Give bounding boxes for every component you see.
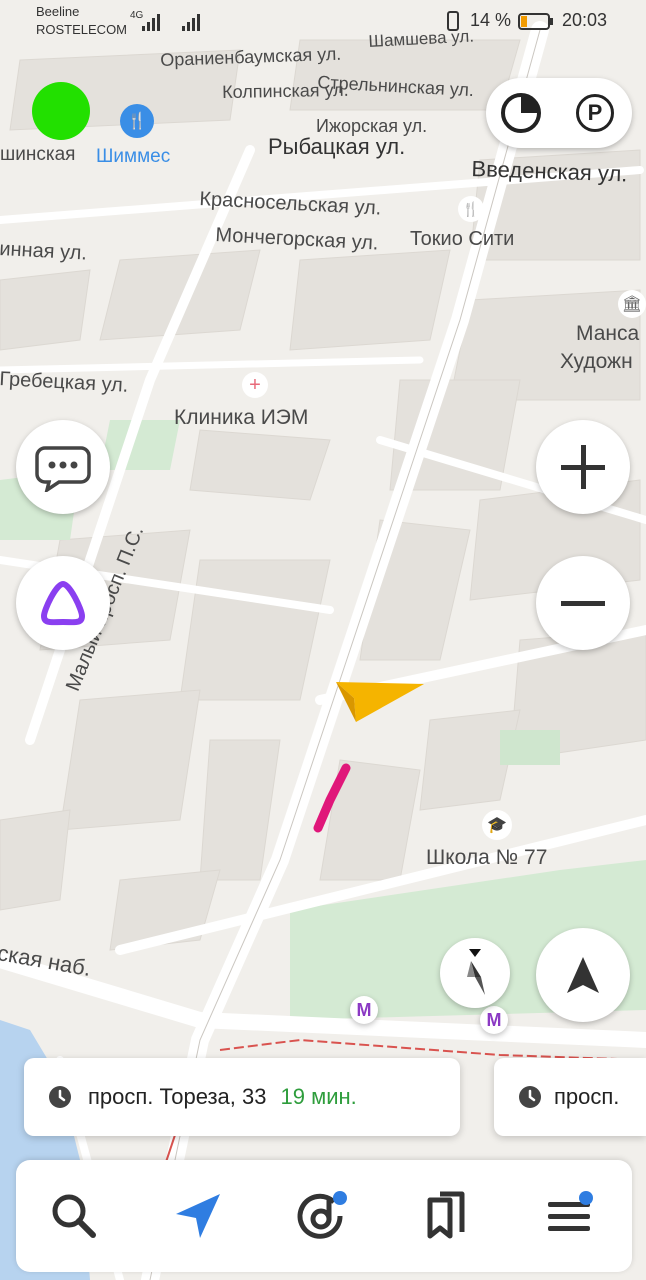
search-icon — [52, 1194, 96, 1238]
street-label: Колпинская ул. — [222, 79, 349, 102]
current-location-arrow — [336, 682, 424, 722]
restaurant-poi-icon[interactable]: 🍴 — [458, 196, 484, 222]
clinic-poi-icon[interactable]: + — [242, 372, 268, 398]
compass-icon — [467, 949, 485, 995]
bookmarks-icon — [427, 1191, 465, 1239]
parking-button[interactable]: P — [570, 88, 620, 138]
metro-icon[interactable]: М — [350, 996, 378, 1024]
street-label: инная ул. — [0, 238, 88, 265]
vibrate-icon — [447, 11, 459, 31]
metro-icon[interactable]: М — [480, 1006, 508, 1034]
parking-icon: P — [576, 94, 614, 132]
navigator-icon — [176, 1194, 220, 1238]
restaurant-pin-icon[interactable]: 🍴 — [120, 104, 154, 138]
alice-icon — [41, 581, 85, 626]
carrier-name: Beeline — [36, 4, 80, 19]
zoom-out-button[interactable] — [536, 556, 630, 650]
nav-search[interactable] — [46, 1188, 102, 1244]
minus-icon — [561, 601, 605, 606]
poi-label: шинская — [0, 144, 76, 165]
chat-icon — [35, 446, 91, 492]
nav-bookmarks[interactable] — [418, 1188, 474, 1244]
parking-label: P — [587, 100, 603, 125]
carrier-name: ROSTELECOM — [36, 22, 128, 37]
map-options-pill: P — [486, 78, 632, 148]
route-address: просп. — [554, 1084, 620, 1109]
battery-percent: 14 % — [470, 10, 512, 30]
street-label: Рыбацкая ул. — [268, 134, 406, 159]
clock: 20:03 — [562, 10, 608, 30]
poi-label: Клиника ИЭМ — [174, 406, 309, 429]
music-icon — [297, 1191, 347, 1239]
navigation-arrow-icon — [567, 957, 599, 993]
plus-icon — [561, 445, 605, 489]
school-poi-icon[interactable]: 🎓 — [482, 810, 512, 840]
nav-menu[interactable] — [542, 1188, 598, 1244]
nav-navigator[interactable] — [170, 1188, 226, 1244]
poi-label: Манса — [576, 322, 640, 345]
alice-voice-button[interactable] — [16, 556, 110, 650]
route-eta: 19 мин. — [280, 1084, 357, 1109]
poi-label: Художн — [560, 350, 633, 373]
layers-button[interactable] — [496, 88, 546, 138]
clock-icon — [49, 1086, 71, 1108]
layers-icon — [501, 93, 541, 133]
profile-status-indicator[interactable] — [32, 82, 90, 140]
my-location-button[interactable] — [536, 928, 630, 1022]
route-address: просп. Тореза, 33 — [88, 1084, 267, 1109]
zoom-in-button[interactable] — [536, 420, 630, 514]
route-suggestion-card[interactable]: просп. — [494, 1058, 646, 1136]
poi-label: Токио Сити — [410, 228, 515, 250]
menu-icon — [548, 1191, 593, 1231]
poi-label: Шиммес — [96, 146, 171, 167]
street-label: Введенская ул. — [471, 156, 628, 187]
route-suggestion-card[interactable]: просп. Тореза, 33 19 мин. — [24, 1058, 460, 1136]
museum-poi-icon[interactable]: 🏛 — [618, 290, 646, 318]
poi-label: Школа № 77 — [426, 846, 548, 869]
messages-button[interactable] — [16, 420, 110, 514]
clock-icon — [519, 1086, 541, 1108]
compass-button[interactable] — [440, 938, 510, 1008]
status-bar: Beeline ROSTELECOM 4G 14 % 20:03 — [0, 0, 646, 44]
signal-icon — [142, 14, 200, 31]
battery-icon — [518, 13, 553, 30]
nav-music[interactable] — [294, 1188, 350, 1244]
bottom-navigation — [16, 1160, 632, 1272]
